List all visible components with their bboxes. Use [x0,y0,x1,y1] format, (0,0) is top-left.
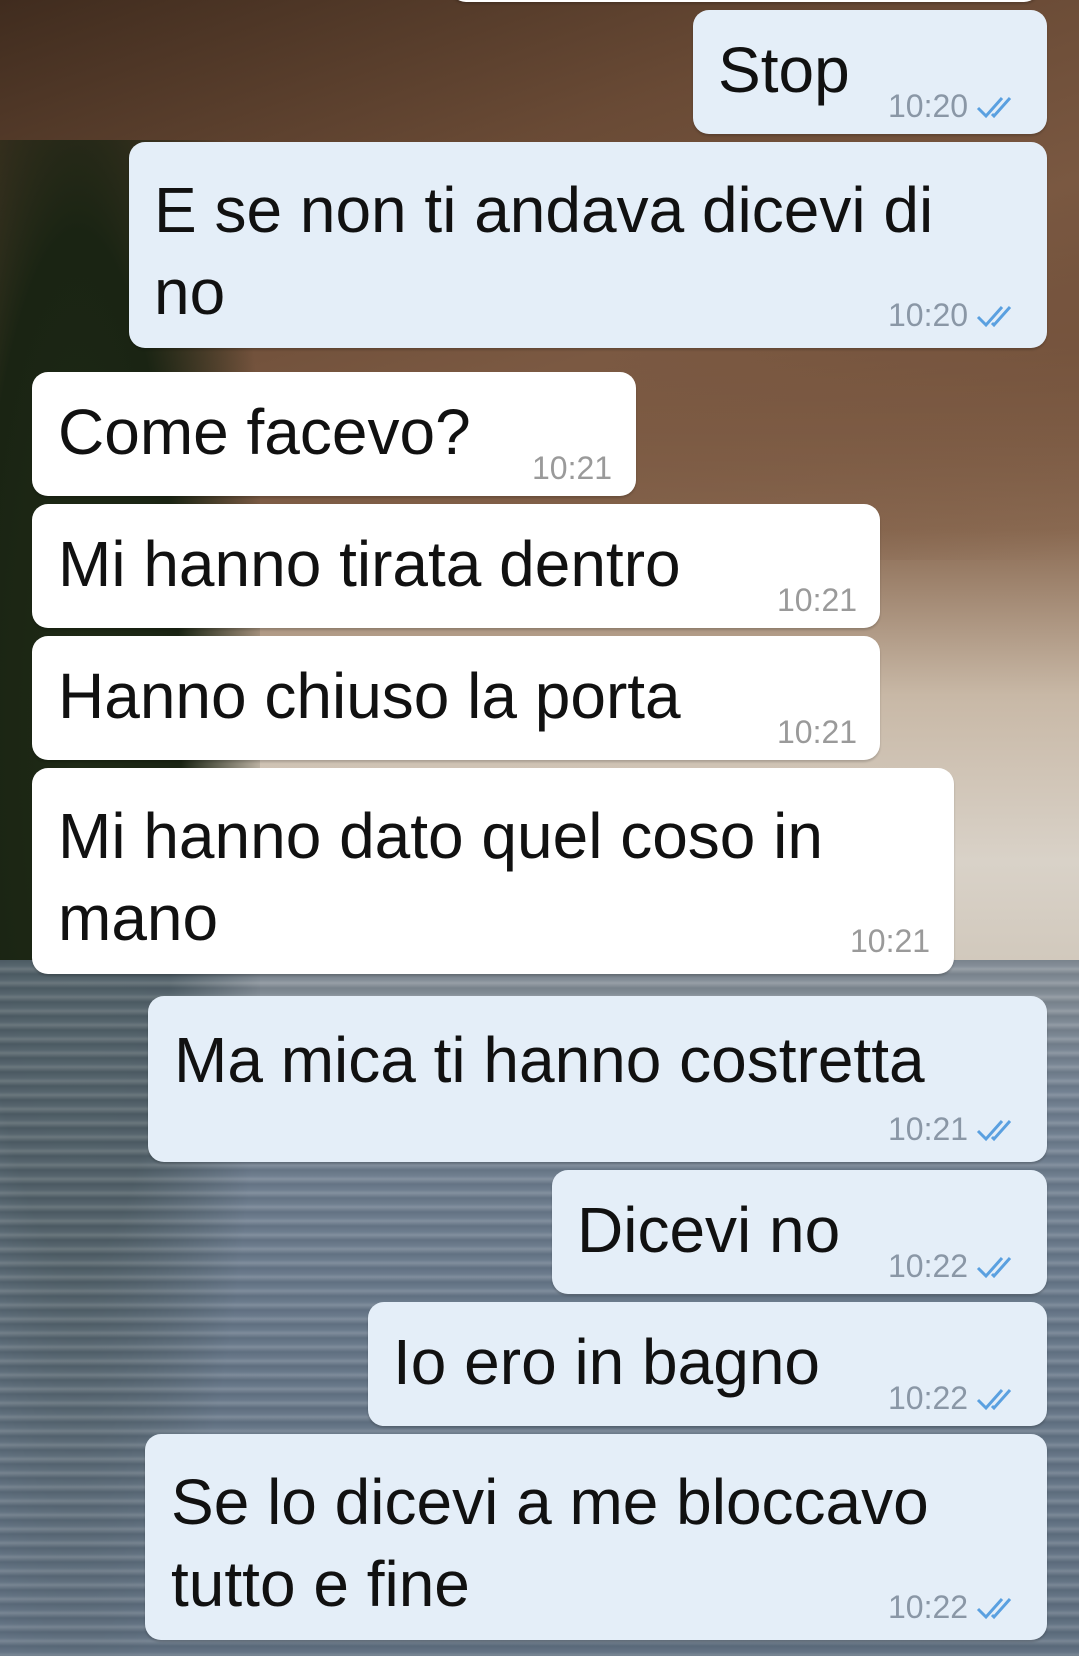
message-bubble-incoming[interactable]: Mi hanno dato quel coso in mano 10:21 [32,768,954,974]
message-time: 10:22 [888,1380,969,1416]
message-bubble-incoming[interactable]: Mi hanno tirata dentro 10:21 [32,504,880,628]
message-bubble-outgoing[interactable]: E se non ti andava dicevi di no 10:20 [129,142,1047,348]
read-double-check-icon [977,96,1012,118]
message-time: 10:21 [777,582,858,618]
message-bubble-outgoing[interactable]: Dicevi no 10:22 [552,1170,1047,1294]
message-text: Io ero in bagno [393,1326,820,1398]
message-time: 10:22 [888,1589,969,1625]
message-time: 10:21 [888,1111,969,1147]
message-time: 10:21 [850,923,931,959]
message-text-line-2: mano [58,882,219,954]
message-text: Mi hanno tirata dentro [58,528,681,600]
message-meta: 10:21 [777,582,857,619]
message-text: Hanno chiuso la porta [58,660,681,732]
message-text: Come facevo? [58,396,471,468]
message-text-line-1: Se lo dicevi a me bloccavo [171,1466,929,1538]
read-double-check-icon [977,1119,1012,1141]
message-time: 10:22 [888,1248,969,1284]
message-time: 10:21 [777,714,858,750]
previous-message-bubble-edge [450,0,1040,2]
message-bubble-outgoing[interactable]: Ma mica ti hanno costretta 10:21 [148,996,1047,1162]
message-text-line-2: no [154,256,226,328]
message-text: Ma mica ti hanno costretta [174,1024,925,1096]
message-meta: 10:21 [888,1111,1020,1148]
read-double-check-icon [977,1256,1012,1278]
message-meta: 10:20 [888,297,1020,334]
message-text-line-1: E se non ti andava dicevi di [154,174,934,246]
message-text: Dicevi no [577,1194,841,1266]
message-text: Stop [718,34,850,106]
message-time: 10:21 [532,450,613,486]
read-double-check-icon [977,1597,1012,1619]
message-bubble-incoming[interactable]: Come facevo? 10:21 [32,372,636,496]
message-bubble-incoming[interactable]: Hanno chiuso la porta 10:21 [32,636,880,760]
message-bubble-outgoing[interactable]: Se lo dicevi a me bloccavo tutto e fine … [145,1434,1047,1640]
message-meta: 10:21 [532,450,612,487]
message-text-line-2: tutto e fine [171,1548,470,1620]
message-text-line-1: Mi hanno dato quel coso in [58,800,823,872]
message-meta: 10:21 [777,714,857,751]
message-meta: 10:21 [850,923,930,960]
message-bubble-outgoing[interactable]: Io ero in bagno 10:22 [368,1302,1047,1426]
read-double-check-icon [977,1388,1012,1410]
message-meta: 10:22 [888,1248,1020,1285]
message-meta: 10:20 [888,88,1020,125]
message-time: 10:20 [888,88,969,124]
read-double-check-icon [977,305,1012,327]
message-meta: 10:22 [888,1380,1020,1417]
message-bubble-outgoing[interactable]: Stop 10:20 [693,10,1047,134]
message-meta: 10:22 [888,1589,1020,1626]
message-time: 10:20 [888,297,969,333]
